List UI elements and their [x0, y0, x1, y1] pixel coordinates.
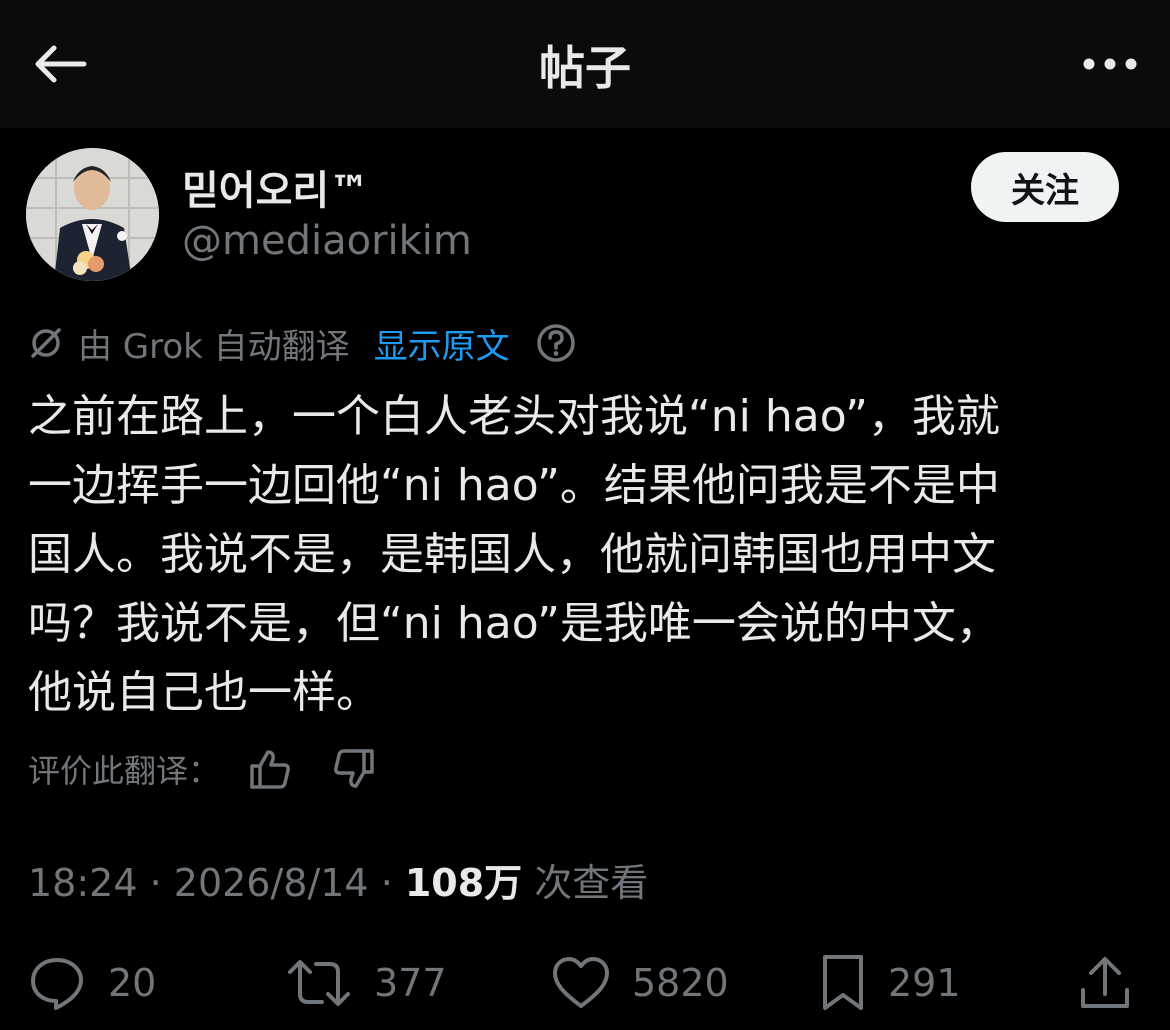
views-label: 次查看 [534, 861, 649, 905]
help-button[interactable] [536, 323, 576, 363]
translation-notice-text: 由 Grok 自动翻译 [78, 326, 350, 367]
top-bar: 帖子 [0, 0, 1170, 128]
repost-icon [288, 960, 350, 1006]
post-date: 2026/8/14 [173, 861, 369, 905]
bookmark-button[interactable]: 291 [820, 950, 961, 1016]
like-button[interactable]: 5820 [552, 950, 729, 1016]
meta-separator: · [368, 861, 405, 905]
more-dots-icon [1083, 58, 1137, 70]
heart-icon [553, 957, 609, 1008]
bookmark-icon [823, 955, 863, 1010]
reply-count: 20 [108, 961, 157, 1005]
author-display-name[interactable]: 믿어오리™ [182, 158, 369, 216]
author-handle[interactable]: @mediaorikim [182, 218, 472, 264]
reply-button[interactable]: 20 [28, 950, 156, 1016]
thumbs-up-button[interactable] [246, 745, 294, 793]
meta-separator: · [137, 861, 174, 905]
thumbs-up-icon [250, 750, 290, 789]
post-text-line: 国人。我说不是，是韩国人，他就问韩国也用中文 [28, 529, 996, 580]
post-time: 18:24 [28, 861, 138, 905]
share-button[interactable] [1078, 950, 1132, 1016]
post-text-line: 吗？我说不是，但“ni hao”是我唯一会说的中文， [28, 598, 1000, 649]
reply-icon [31, 958, 83, 1010]
thumbs-down-button[interactable] [330, 745, 378, 793]
views-count[interactable]: 108万 [405, 852, 522, 907]
post-text: 之前在路上，一个白人老头对我说“ni hao”，我就 一边挥手一边回他“ni h… [28, 382, 1148, 727]
avatar[interactable] [26, 148, 159, 281]
rate-translation: 评价此翻译： [28, 742, 378, 796]
more-options-button[interactable] [1078, 40, 1142, 88]
repost-button[interactable]: 377 [286, 950, 447, 1016]
thumbs-down-icon [334, 749, 374, 788]
post-meta: 18:24 · 2026/8/14 · 108万 次查看 [28, 852, 648, 907]
bookmark-count: 291 [888, 961, 961, 1005]
action-bar: 20 377 5820 291 [0, 950, 1170, 1016]
question-circle-icon [536, 324, 575, 362]
grok-icon [31, 328, 61, 358]
follow-button[interactable]: 关注 [971, 152, 1119, 222]
post-text-line: 一边挥手一边回他“ni hao”。结果他问我是不是中 [28, 460, 1000, 511]
rate-translation-label: 评价此翻译： [28, 752, 221, 790]
post-text-line: 他说自己也一样。 [28, 667, 380, 718]
translation-notice: 由 Grok 自动翻译 显示原文 [28, 318, 576, 368]
page-title: 帖子 [539, 41, 631, 95]
post-text-line: 之前在路上，一个白人老头对我说“ni hao”，我就 [28, 391, 1000, 442]
avatar-photo [26, 148, 159, 281]
show-original-link[interactable]: 显示原文 [374, 319, 510, 368]
like-count: 5820 [632, 961, 729, 1005]
share-icon [1081, 957, 1129, 1008]
repost-count: 377 [374, 961, 447, 1005]
